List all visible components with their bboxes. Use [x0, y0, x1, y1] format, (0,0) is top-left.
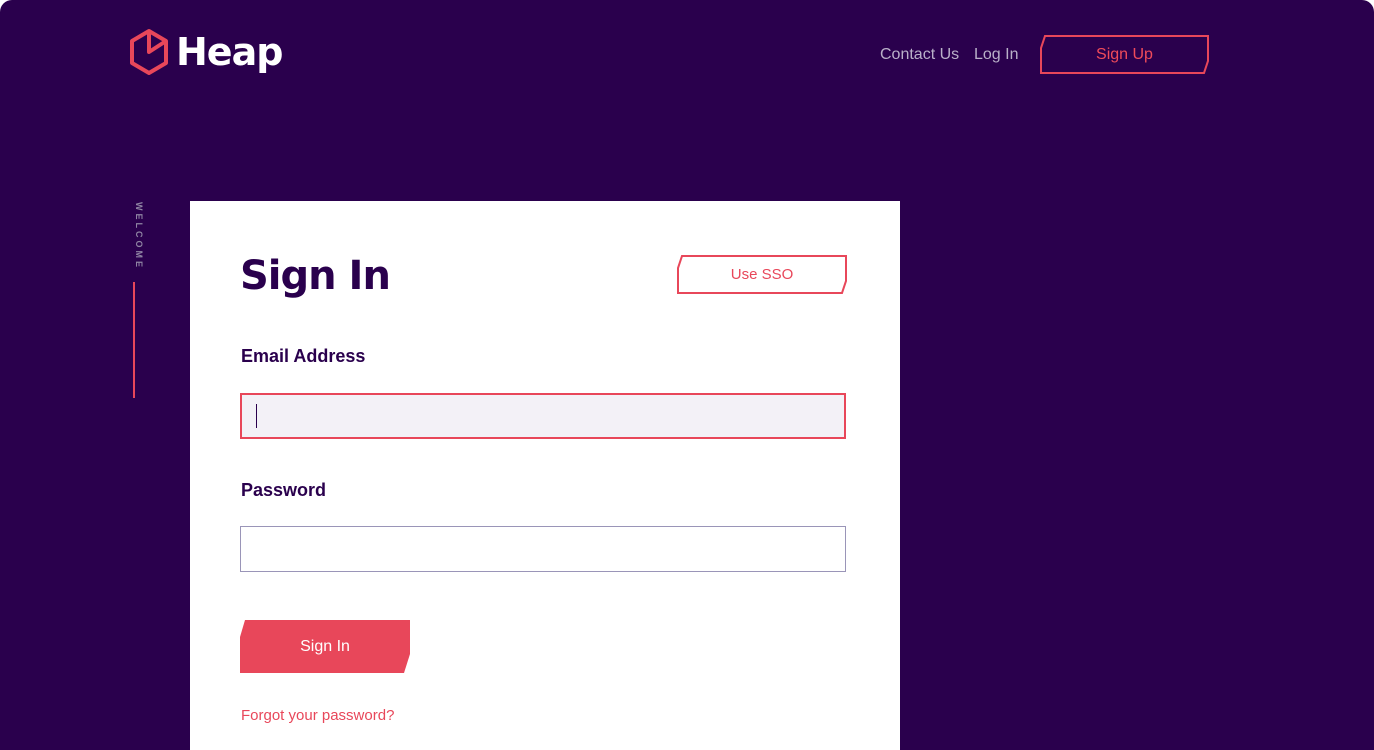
sign-up-label: Sign Up [1096, 45, 1153, 63]
email-label: Email Address [241, 346, 366, 366]
page-frame: Heap Contact Us Log In Sign Up WELCOME S… [0, 0, 1374, 750]
use-sso-label: Use SSO [730, 266, 794, 283]
welcome-label: WELCOME [134, 202, 144, 270]
heap-hexagon-icon [128, 28, 170, 76]
brand-name: Heap [176, 30, 283, 74]
use-sso-button[interactable]: Use SSO [677, 255, 847, 294]
nav-log-in[interactable]: Log In [974, 46, 1018, 64]
sign-in-button[interactable]: Sign In [240, 620, 410, 673]
password-label: Password [241, 480, 327, 500]
sign-in-button-label: Sign In [300, 637, 350, 655]
heap-logo[interactable]: Heap [128, 28, 283, 76]
page-title: Sign In [240, 253, 391, 299]
forgot-password-link[interactable]: Forgot your password? [241, 707, 394, 724]
nav-contact-us[interactable]: Contact Us [880, 46, 959, 64]
password-field[interactable] [240, 526, 846, 572]
sign-in-card: Sign In Use SSO Email Address Password S… [190, 201, 900, 750]
welcome-divider [133, 282, 135, 398]
sign-up-button[interactable]: Sign Up [1040, 35, 1209, 74]
email-field[interactable] [240, 393, 846, 439]
text-caret [256, 404, 257, 428]
